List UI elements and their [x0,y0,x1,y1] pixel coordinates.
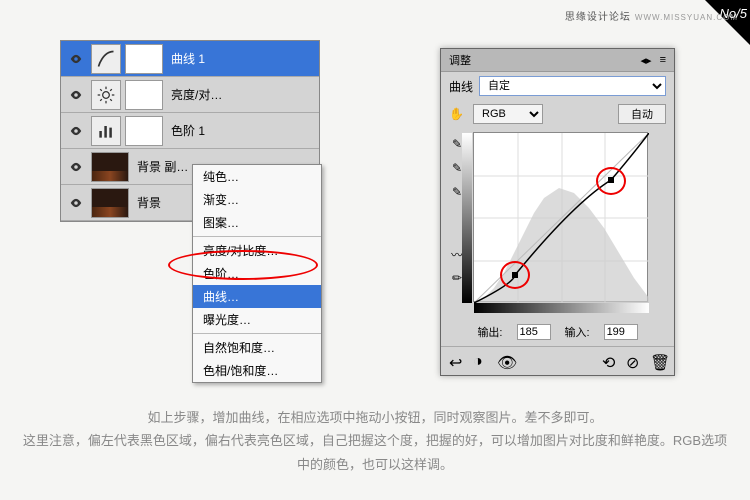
mask-thumb[interactable] [125,116,163,146]
auto-button[interactable]: 自动 [618,104,666,124]
layer-row-brightness[interactable]: 亮度/对… [61,77,319,113]
input-label: 输入: [565,324,590,340]
visibility-icon[interactable] [65,52,87,66]
collapse-icon[interactable]: ◂▸ [641,54,652,67]
ctx-gradient[interactable]: 渐变… [193,188,321,211]
reset-icon[interactable]: ⊘ [626,353,642,369]
image-thumb[interactable] [91,152,129,182]
ctx-pattern[interactable]: 图案… [193,211,321,234]
brightness-icon [91,80,121,110]
visibility-icon[interactable] [65,88,87,102]
mask-thumb[interactable] [125,80,163,110]
channel-select[interactable]: RGB [473,104,543,124]
trash-icon[interactable]: 🗑 [650,353,666,369]
output-label: 输出: [477,324,502,340]
adjustment-type-label: 曲线 [449,78,473,95]
curves-graph[interactable] [473,132,648,302]
finger-tool-icon[interactable]: ✋ [449,107,467,121]
input-field[interactable] [604,324,638,340]
layer-label: 色阶 1 [167,122,315,139]
visibility-icon[interactable] [65,124,87,138]
curves-icon [91,44,121,74]
visibility-icon[interactable] [65,160,87,174]
prev-icon[interactable]: ⟲ [602,353,618,369]
output-gradient [462,133,472,303]
adjustment-context-menu: 纯色… 渐变… 图案… 亮度/对比度… 色阶… 曲线… 曝光度… 自然饱和度… … [192,164,322,383]
highlight-circle-shadow [500,261,530,289]
ctx-curves[interactable]: 曲线… [193,285,321,308]
panel-footer: ↩ ◑ 👁 ⟲ ⊘ 🗑 [441,346,674,375]
visibility-icon[interactable]: 👁 [497,353,513,369]
ctx-levels[interactable]: 色阶… [193,262,321,285]
ctx-vibrance[interactable]: 自然饱和度… [193,336,321,359]
adjustments-panel: 调整 ◂▸ ≡ 曲线 自定 ✋ RGB 自动 ✎ ✎ ✎ 〰 ✏ [440,48,675,376]
image-thumb[interactable] [91,188,129,218]
menu-icon[interactable]: ≡ [660,54,666,67]
clip-icon[interactable]: ◑ [473,353,489,369]
highlight-circle-highlight [596,167,626,195]
ctx-solid-color[interactable]: 纯色… [193,165,321,188]
caption-text: 如上步骤，增加曲线，在相应选项中拖动小按钮，同时观察图片。差不多即可。 这里注意… [0,406,750,476]
layer-row-levels[interactable]: 色阶 1 [61,113,319,149]
visibility-icon[interactable] [65,196,87,210]
ctx-hue-sat[interactable]: 色相/饱和度… [193,359,321,382]
input-gradient [474,303,649,313]
mask-thumb[interactable] [125,44,163,74]
panel-title: 调整 [449,52,471,68]
output-field[interactable] [517,324,551,340]
return-icon[interactable]: ↩ [449,353,465,369]
corner-badge: No/5 [720,6,747,21]
layer-row-curves[interactable]: 曲线 1 [61,41,319,77]
layer-label: 曲线 1 [167,50,315,67]
ctx-exposure[interactable]: 曝光度… [193,308,321,331]
levels-icon [91,116,121,146]
watermark: 思缘设计论坛WWW.MISSYUAN.COM [565,8,738,23]
panel-title-bar: 调整 ◂▸ ≡ [441,49,674,72]
layer-label: 亮度/对… [167,86,315,103]
preset-select[interactable]: 自定 [479,76,666,96]
ctx-brightness-contrast[interactable]: 亮度/对比度… [193,239,321,262]
